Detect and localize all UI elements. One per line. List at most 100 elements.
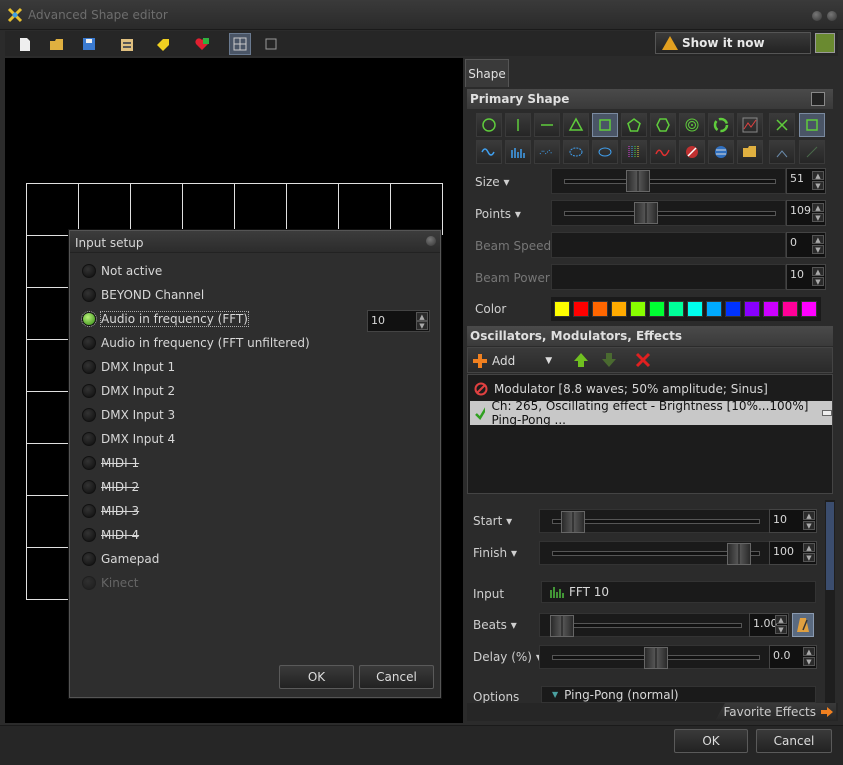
color-swatch[interactable]	[687, 301, 703, 317]
points-stepper[interactable]: 109 ▲ ▼	[786, 200, 826, 226]
delay-stepper[interactable]: 0.0 ▲ ▼	[769, 645, 817, 669]
input-option[interactable]: DMX Input 4	[82, 430, 175, 448]
delay-slider[interactable]	[539, 645, 770, 669]
increment-arrow-icon[interactable]: ▲	[812, 203, 824, 212]
color-swatch[interactable]	[592, 301, 608, 317]
finish-thumb[interactable]	[726, 543, 751, 565]
color-swatch[interactable]	[573, 301, 589, 317]
increment-arrow-icon[interactable]: ▲	[812, 235, 824, 244]
finish-slider[interactable]	[539, 541, 770, 565]
beam-power-label[interactable]: Beam Power ▾	[475, 271, 560, 285]
swirl-shape-icon[interactable]	[708, 113, 734, 137]
fx-item-oscillating[interactable]: Ch: 265, Oscillating effect - Brightness…	[470, 399, 832, 427]
metronome-icon[interactable]	[792, 613, 814, 637]
increment-arrow-icon[interactable]: ▲	[803, 647, 815, 656]
color-swatch[interactable]	[706, 301, 722, 317]
color-swatch[interactable]	[763, 301, 779, 317]
hexagon-shape-icon[interactable]	[650, 113, 676, 137]
radio-button[interactable]	[82, 480, 96, 494]
color-swatch[interactable]	[630, 301, 646, 317]
start-stepper[interactable]: 10 ▲ ▼	[769, 509, 817, 533]
triangle-shape-icon[interactable]	[563, 113, 589, 137]
decrement-arrow-icon[interactable]: ▼	[416, 321, 428, 330]
color-swatch[interactable]	[782, 301, 798, 317]
radio-button[interactable]	[82, 432, 96, 446]
tag-icon[interactable]	[152, 33, 174, 55]
cross-shape-icon[interactable]	[769, 113, 795, 137]
color-swatch[interactable]	[744, 301, 760, 317]
increment-arrow-icon[interactable]: ▲	[812, 171, 824, 180]
radio-button[interactable]	[82, 336, 96, 350]
increment-arrow-icon[interactable]: ▲	[775, 615, 787, 624]
color-swatch[interactable]	[611, 301, 627, 317]
radio-button[interactable]	[82, 456, 96, 470]
add-button[interactable]: Add ▼	[472, 351, 552, 371]
frame-shape-icon[interactable]	[799, 113, 825, 137]
decrement-arrow-icon[interactable]: ▼	[803, 553, 815, 562]
minimize-button[interactable]	[812, 11, 822, 21]
diagonal-line-icon[interactable]	[799, 140, 825, 164]
input-option[interactable]: DMX Input 3	[82, 406, 175, 424]
input-option[interactable]: Audio in frequency (FFT unfiltered)	[82, 334, 310, 352]
beats-slider[interactable]	[539, 613, 750, 637]
input-option[interactable]: MIDI 1	[82, 454, 139, 472]
start-label[interactable]: Start ▾	[473, 514, 512, 528]
increment-arrow-icon[interactable]: ▲	[416, 312, 428, 321]
input-option[interactable]: BEYOND Channel	[82, 286, 204, 304]
decrement-arrow-icon[interactable]: ▼	[775, 625, 787, 634]
delay-thumb[interactable]	[644, 647, 668, 669]
start-slider[interactable]	[539, 509, 770, 533]
fft-value-stepper[interactable]: 10 ▲ ▼	[367, 310, 430, 332]
no-entry-icon[interactable]	[679, 140, 705, 164]
preview-toggle-icon[interactable]	[815, 33, 835, 53]
clipboard-icon[interactable]	[116, 33, 138, 55]
beam-power-field[interactable]	[551, 264, 786, 290]
input-option[interactable]: MIDI 3	[82, 502, 139, 520]
decrement-arrow-icon[interactable]: ▼	[812, 181, 824, 190]
pentagon-shape-icon[interactable]	[621, 113, 647, 137]
radio-button[interactable]	[82, 408, 96, 422]
radio-button[interactable]	[82, 528, 96, 542]
radio-button[interactable]	[82, 288, 96, 302]
decrement-arrow-icon[interactable]: ▼	[803, 521, 815, 530]
size-label[interactable]: Size ▾	[475, 175, 509, 189]
start-thumb[interactable]	[561, 511, 586, 533]
decrement-arrow-icon[interactable]: ▼	[803, 657, 815, 666]
size-stepper[interactable]: 51 ▲ ▼	[786, 168, 826, 194]
input-selector[interactable]: FFT 10	[541, 581, 816, 603]
show-it-now-button[interactable]: Show it now	[655, 32, 811, 54]
open-folder-icon[interactable]	[46, 33, 68, 55]
color-swatch[interactable]	[649, 301, 665, 317]
decrement-arrow-icon[interactable]: ▼	[812, 213, 824, 222]
radio-button[interactable]	[82, 504, 96, 518]
options-dropdown[interactable]: ▼ Ping-Pong (normal)	[541, 686, 816, 703]
ellipse-dots-icon[interactable]	[563, 140, 589, 164]
color-swatch[interactable]	[554, 301, 570, 317]
save-icon[interactable]	[78, 33, 100, 55]
heart-icon[interactable]	[191, 33, 213, 55]
delay-label[interactable]: Delay (%) ▾	[473, 650, 542, 664]
red-wave-icon[interactable]	[650, 140, 676, 164]
beats-label[interactable]: Beats ▾	[473, 618, 517, 632]
fx-item-modulator[interactable]: Modulator [8.8 waves; 50% amplitude; Sin…	[470, 377, 832, 401]
beats-stepper[interactable]: 1.00 ▲ ▼	[749, 613, 789, 637]
move-down-icon[interactable]	[601, 352, 617, 371]
dialog-ok-button[interactable]: OK	[279, 665, 354, 689]
move-up-icon[interactable]	[573, 352, 589, 371]
oval-icon[interactable]	[592, 140, 618, 164]
primary-shape-checkbox[interactable]	[811, 92, 825, 106]
input-option[interactable]: DMX Input 2	[82, 382, 175, 400]
input-option[interactable]: MIDI 4	[82, 526, 139, 544]
radio-button[interactable]	[82, 384, 96, 398]
horizontal-line-shape-icon[interactable]	[534, 113, 560, 137]
radio-button[interactable]	[82, 264, 96, 278]
dialog-close-button[interactable]	[426, 236, 436, 246]
favorite-effects-tab[interactable]: Favorite Effects	[715, 703, 836, 721]
size-slider[interactable]	[551, 168, 786, 194]
close-button[interactable]	[827, 11, 837, 21]
delete-icon[interactable]	[635, 352, 651, 371]
dotted-line-icon[interactable]	[769, 140, 795, 164]
ok-button[interactable]: OK	[674, 729, 748, 753]
single-view-icon[interactable]	[260, 33, 282, 55]
size-thumb[interactable]	[626, 170, 651, 192]
